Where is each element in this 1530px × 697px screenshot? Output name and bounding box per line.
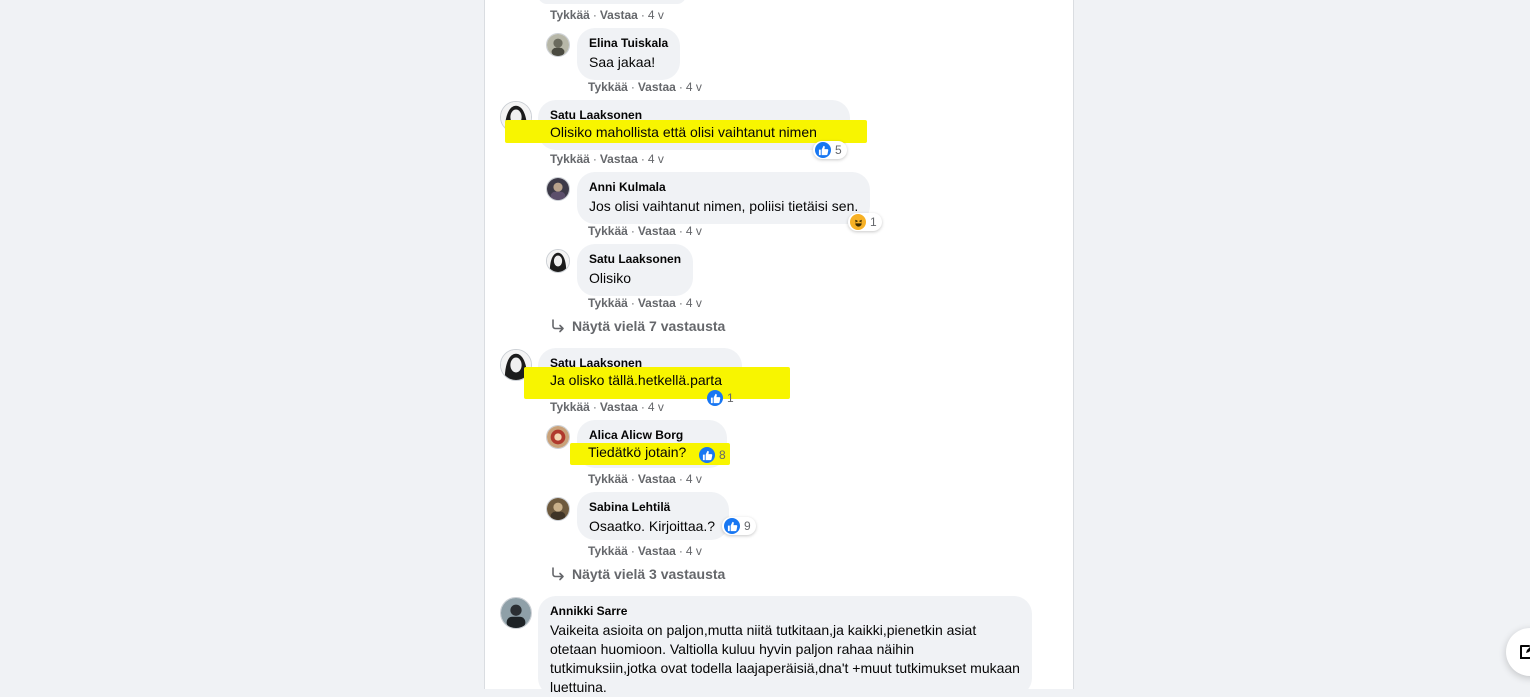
comment-actions: Tykkää · Vastaa · 4 v bbox=[550, 400, 664, 414]
comment-text: Saa jakaa! bbox=[589, 54, 656, 70]
comment-bubble: Elina Tuiskala Saa jakaa! bbox=[577, 28, 681, 80]
timestamp[interactable]: 4 v bbox=[648, 400, 664, 414]
like-button[interactable]: Tykkää bbox=[588, 224, 628, 238]
comment-bubble: Anni Kulmala Jos olisi vaihtanut nimen, … bbox=[577, 172, 871, 224]
reply-arrow-icon bbox=[552, 567, 564, 581]
avatar[interactable] bbox=[546, 33, 570, 57]
avatar[interactable] bbox=[546, 497, 570, 521]
comment-author[interactable]: Elina Tuiskala bbox=[589, 36, 668, 50]
like-button[interactable]: Tykkää bbox=[550, 152, 590, 166]
comment-author[interactable]: Anni Kulmala bbox=[589, 180, 858, 194]
reply-button[interactable]: Vastaa bbox=[638, 472, 676, 486]
like-button[interactable]: Tykkää bbox=[588, 296, 628, 310]
comment-actions: Tykkää · Vastaa · 4 v bbox=[550, 8, 664, 22]
reaction-badge[interactable]: 9 bbox=[722, 517, 756, 535]
reply-button[interactable]: Vastaa bbox=[600, 8, 638, 22]
reaction-count: 8 bbox=[719, 448, 726, 462]
comment-text: Jos olisi vaihtanut nimen, poliisi tietä… bbox=[589, 198, 859, 214]
compose-icon bbox=[1520, 645, 1530, 659]
comment-author[interactable]: Sabina Lehtilä bbox=[589, 500, 717, 514]
avatar[interactable] bbox=[500, 597, 532, 629]
view-more-replies-button[interactable]: Näytä vielä 3 vastausta bbox=[550, 566, 725, 582]
avatar[interactable] bbox=[546, 249, 570, 273]
comment-bubble: Annikki Sarre Vaikeita asioita on paljon… bbox=[538, 596, 1032, 696]
comment-author[interactable]: Annikki Sarre bbox=[550, 604, 1020, 618]
reply-button[interactable]: Vastaa bbox=[600, 152, 638, 166]
comment-actions: Tykkää · Vastaa · 4 v bbox=[588, 472, 702, 486]
reaction-badge[interactable]: 1 bbox=[848, 213, 882, 231]
timestamp[interactable]: 4 v bbox=[648, 152, 664, 166]
reply-button[interactable]: Vastaa bbox=[638, 544, 676, 558]
timestamp[interactable]: 4 v bbox=[686, 80, 702, 94]
previous-comment-bubble bbox=[538, 0, 686, 4]
like-icon bbox=[815, 142, 831, 158]
timestamp[interactable]: 4 v bbox=[686, 472, 702, 486]
like-button[interactable]: Tykkää bbox=[588, 472, 628, 486]
reply-button[interactable]: Vastaa bbox=[638, 296, 676, 310]
view-more-replies-label: Näytä vielä 7 vastausta bbox=[572, 318, 726, 334]
timestamp[interactable]: 4 v bbox=[686, 544, 702, 558]
comment-text: Tiedätkö jotain? bbox=[588, 444, 687, 460]
comment-text: Vaikeita asioita on paljon,mutta niitä t… bbox=[550, 622, 1020, 695]
comment-text: Olisiko bbox=[589, 270, 632, 286]
reaction-count: 1 bbox=[727, 391, 734, 405]
new-message-button[interactable] bbox=[1506, 628, 1530, 676]
timestamp[interactable]: 4 v bbox=[648, 8, 664, 22]
reaction-count: 5 bbox=[835, 143, 842, 157]
reaction-badge[interactable]: 8 bbox=[697, 446, 731, 464]
reply-button[interactable]: Vastaa bbox=[600, 400, 638, 414]
reaction-badge[interactable]: 1 bbox=[705, 389, 739, 407]
reaction-badge[interactable]: 5 bbox=[813, 141, 847, 159]
view-more-replies-button[interactable]: Näytä vielä 7 vastausta bbox=[550, 318, 725, 334]
reply-button[interactable]: Vastaa bbox=[638, 80, 676, 94]
comment-bubble: Satu Laaksonen Olisiko bbox=[577, 244, 694, 296]
avatar[interactable] bbox=[546, 425, 570, 449]
avatar[interactable] bbox=[546, 177, 570, 201]
comment-author[interactable]: Satu Laaksonen bbox=[589, 252, 681, 266]
comment-actions: Tykkää · Vastaa · 4 v bbox=[588, 224, 702, 238]
comment-text: Osaatko. Kirjoittaa.? bbox=[589, 518, 716, 534]
timestamp[interactable]: 4 v bbox=[686, 296, 702, 310]
reaction-count: 9 bbox=[744, 519, 751, 533]
comment-actions: Tykkää · Vastaa · 4 v bbox=[588, 80, 702, 94]
haha-icon bbox=[850, 214, 866, 230]
comment-text: Olisiko mahollista että olisi vaihtanut … bbox=[550, 124, 817, 140]
comment-author[interactable]: Alica Alicw Borg bbox=[589, 428, 715, 442]
timestamp[interactable]: 4 v bbox=[686, 224, 702, 238]
like-icon bbox=[699, 447, 715, 463]
view-more-replies-label: Näytä vielä 3 vastausta bbox=[572, 566, 726, 582]
like-button[interactable]: Tykkää bbox=[588, 80, 628, 94]
like-button[interactable]: Tykkää bbox=[550, 8, 590, 22]
reply-button[interactable]: Vastaa bbox=[638, 224, 676, 238]
like-button[interactable]: Tykkää bbox=[550, 400, 590, 414]
like-icon bbox=[724, 518, 740, 534]
comment-actions: Tykkää · Vastaa · 4 v bbox=[550, 152, 664, 166]
like-icon bbox=[707, 390, 723, 406]
reaction-count: 1 bbox=[870, 215, 877, 229]
comment-bubble: Sabina Lehtilä Osaatko. Kirjoittaa.? bbox=[577, 492, 729, 540]
comment-actions: Tykkää · Vastaa · 4 v bbox=[588, 544, 702, 558]
reply-arrow-icon bbox=[552, 319, 564, 333]
like-button[interactable]: Tykkää bbox=[588, 544, 628, 558]
comment-text: Ja olisko tällä.hetkellä.parta bbox=[550, 372, 722, 388]
comment-actions: Tykkää · Vastaa · 4 v bbox=[588, 296, 702, 310]
